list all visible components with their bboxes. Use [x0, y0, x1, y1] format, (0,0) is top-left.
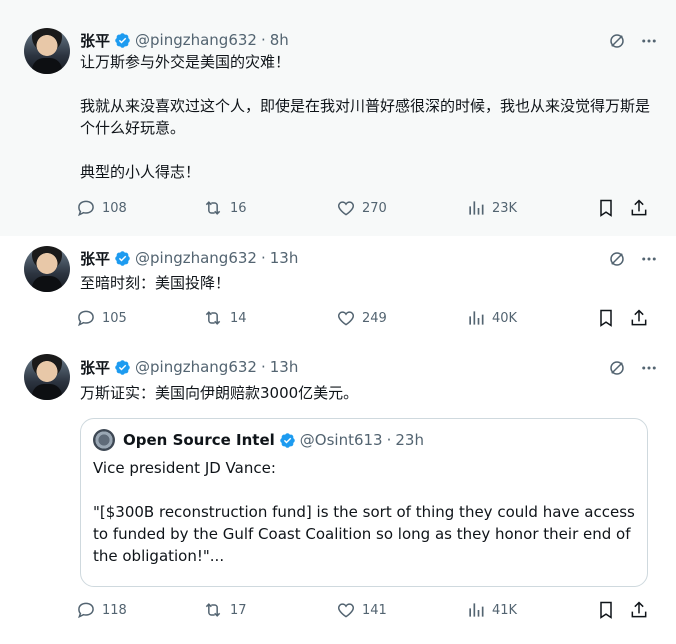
views-button[interactable]: 23K [466, 198, 517, 218]
verified-badge-icon [115, 359, 130, 375]
quoted-author-name[interactable]: Open Source Intel [123, 431, 275, 449]
reply-count: 118 [102, 602, 127, 618]
bookmark-icon[interactable] [596, 308, 616, 328]
timestamp[interactable]: 13h [270, 249, 299, 267]
reply-icon [78, 602, 94, 619]
avatar[interactable] [24, 354, 70, 400]
verified-badge-icon [115, 250, 130, 266]
separator: · [260, 249, 266, 267]
separator: · [260, 31, 266, 49]
tweet-top-icons [608, 359, 658, 377]
reply-icon [78, 200, 94, 217]
like-icon [337, 311, 355, 326]
reply-icon [78, 310, 94, 327]
quoted-timestamp[interactable]: 23h [395, 431, 424, 449]
tweet-top-icons [608, 32, 658, 50]
timestamp[interactable]: 13h [270, 358, 299, 376]
repost-count: 17 [230, 602, 247, 618]
views-count: 23K [492, 200, 518, 216]
repost-icon [205, 311, 221, 325]
grok-icon[interactable] [608, 32, 626, 50]
more-icon[interactable] [640, 250, 658, 268]
repost-button[interactable]: 14 [202, 308, 247, 328]
views-count: 40K [492, 310, 518, 326]
more-icon[interactable] [640, 32, 658, 50]
share-icon[interactable] [629, 600, 649, 620]
views-count: 41K [492, 602, 518, 618]
tweet-1[interactable]: 张平 @pingzhang632 · 8h 让万斯参与外交是美国的灾难！ 我就从… [0, 0, 676, 236]
reply-button[interactable]: 118 [76, 600, 127, 620]
quoted-author-handle[interactable]: @Osint613 [300, 431, 383, 449]
more-icon[interactable] [640, 359, 658, 377]
tweet-header: 张平 @pingzhang632 · 8h [80, 29, 289, 51]
reply-button[interactable]: 105 [76, 308, 127, 328]
grok-icon[interactable] [608, 359, 626, 377]
tweet-2[interactable]: 张平 @pingzhang632 · 13h 至暗时刻：美国投降！ 105 14… [0, 236, 676, 344]
avatar[interactable] [24, 28, 70, 74]
reply-button[interactable]: 108 [76, 198, 127, 218]
tweet-text: 让万斯参与外交是美国的灾难！ 我就从来没喜欢过这个人，即使是在我对川普好感很深的… [80, 53, 651, 181]
repost-count: 14 [230, 310, 247, 326]
timestamp[interactable]: 8h [270, 31, 289, 49]
like-button[interactable]: 141 [336, 600, 387, 620]
like-button[interactable]: 249 [336, 308, 387, 328]
tweet-3[interactable]: 张平 @pingzhang632 · 13h 万斯证实：美国向伊朗赔款3000亿… [0, 344, 676, 644]
repost-icon [205, 603, 221, 617]
views-icon [469, 603, 484, 617]
quoted-text: Vice president JD Vance: "[$300B reconst… [93, 459, 635, 565]
quoted-avatar[interactable] [93, 429, 115, 451]
tweet-header: 张平 @pingzhang632 · 13h [80, 356, 298, 378]
author-name[interactable]: 张平 [80, 357, 110, 378]
tweet-text: 万斯证实：美国向伊朗赔款3000亿美元。 [80, 384, 359, 402]
views-icon [469, 201, 484, 215]
like-count: 249 [362, 310, 387, 326]
repost-icon [205, 201, 221, 215]
reply-count: 105 [102, 310, 127, 326]
like-count: 141 [362, 602, 387, 618]
avatar[interactable] [24, 246, 70, 292]
verified-badge-icon [115, 32, 130, 48]
author-name[interactable]: 张平 [80, 248, 110, 269]
like-icon [337, 201, 355, 216]
like-icon [337, 603, 355, 618]
quoted-tweet[interactable]: Open Source Intel @Osint613 · 23h Vice p… [80, 418, 648, 587]
repost-button[interactable]: 17 [202, 600, 247, 620]
tweet-actions: 105 14 249 40K [76, 308, 656, 332]
views-button[interactable]: 40K [466, 308, 517, 328]
author-handle[interactable]: @pingzhang632 [135, 249, 257, 267]
tweet-header: 张平 @pingzhang632 · 13h [80, 247, 298, 269]
quoted-header: Open Source Intel @Osint613 · 23h [123, 429, 424, 451]
separator: · [386, 431, 392, 449]
views-icon [469, 311, 484, 325]
author-handle[interactable]: @pingzhang632 [135, 358, 257, 376]
author-handle[interactable]: @pingzhang632 [135, 31, 257, 49]
bookmark-icon[interactable] [596, 198, 616, 218]
verified-badge-icon [280, 432, 295, 448]
repost-count: 16 [230, 200, 247, 216]
share-icon[interactable] [629, 198, 649, 218]
tweet-text: 至暗时刻：美国投降！ [80, 274, 231, 292]
separator: · [260, 358, 266, 376]
tweet-actions: 118 17 141 41K [76, 600, 656, 624]
tweet-top-icons [608, 250, 658, 268]
grok-icon[interactable] [608, 250, 626, 268]
reply-count: 108 [102, 200, 127, 216]
like-count: 270 [362, 200, 387, 216]
views-button[interactable]: 41K [466, 600, 517, 620]
author-name[interactable]: 张平 [80, 30, 110, 51]
like-button[interactable]: 270 [336, 198, 387, 218]
repost-button[interactable]: 16 [202, 198, 247, 218]
bookmark-icon[interactable] [596, 600, 616, 620]
tweet-actions: 108 16 270 23K [76, 198, 656, 222]
share-icon[interactable] [629, 308, 649, 328]
